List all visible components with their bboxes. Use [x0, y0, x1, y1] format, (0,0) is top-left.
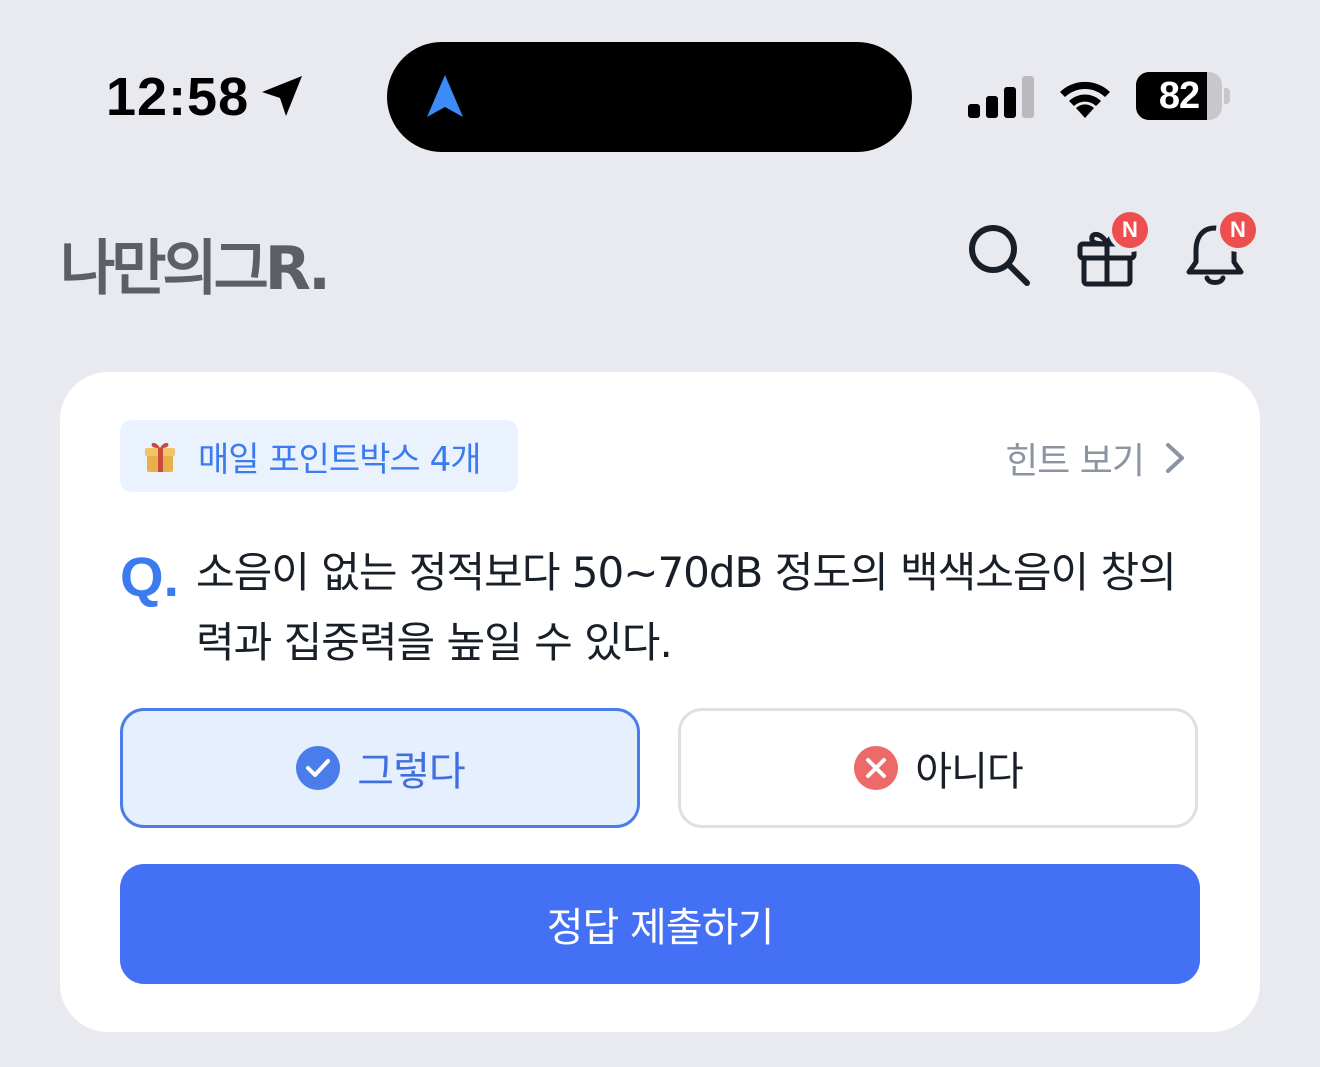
answer-yes-label: 그렇다	[357, 749, 465, 795]
status-time: 12:58	[106, 67, 250, 127]
dynamic-island	[387, 42, 912, 152]
question-text: 소음이 없는 정적보다 50~70dB 정도의 백색소음이 창의력과 집중력을 …	[196, 548, 1177, 667]
status-bar: 12:58 82	[0, 0, 1320, 190]
search-icon[interactable]	[966, 222, 1032, 288]
submit-answer-label: 정답 제출하기	[546, 905, 775, 951]
answer-no-label: 아니다	[915, 749, 1023, 795]
question-prefix: Q.	[120, 545, 180, 608]
hint-label: 힌트 보기	[1005, 441, 1145, 482]
quiz-card: 매일 포인트박스 4개 힌트 보기 Q. 소음이 없는 정적보다 50~70dB…	[60, 372, 1260, 1032]
wifi-icon	[1060, 81, 1110, 118]
submit-answer-button[interactable]: 정답 제출하기	[120, 864, 1200, 984]
gift-new-badge: N	[1108, 208, 1152, 252]
battery-icon: 82	[1136, 72, 1222, 120]
location-arrow-icon	[262, 76, 302, 116]
x-circle-icon	[854, 746, 899, 790]
hint-link[interactable]: 힌트 보기	[1005, 432, 1188, 484]
app-logo[interactable]: 나만의그R.	[60, 220, 331, 307]
cellular-signal-icon	[968, 76, 1034, 118]
answer-yes-button[interactable]: 그렇다	[120, 708, 640, 828]
daily-point-box-chip[interactable]: 매일 포인트박스 4개	[120, 420, 518, 492]
chevron-right-icon	[1166, 443, 1184, 473]
answer-no-button[interactable]: 아니다	[678, 708, 1198, 828]
notification-new-badge: N	[1216, 208, 1260, 252]
battery-level: 82	[1158, 74, 1200, 117]
battery-cap	[1224, 88, 1230, 104]
navigation-arrow-icon	[427, 75, 463, 117]
gift-box-emoji-icon	[145, 442, 175, 472]
point-box-label: 매일 포인트박스 4개	[198, 439, 481, 480]
check-circle-icon	[296, 746, 341, 790]
